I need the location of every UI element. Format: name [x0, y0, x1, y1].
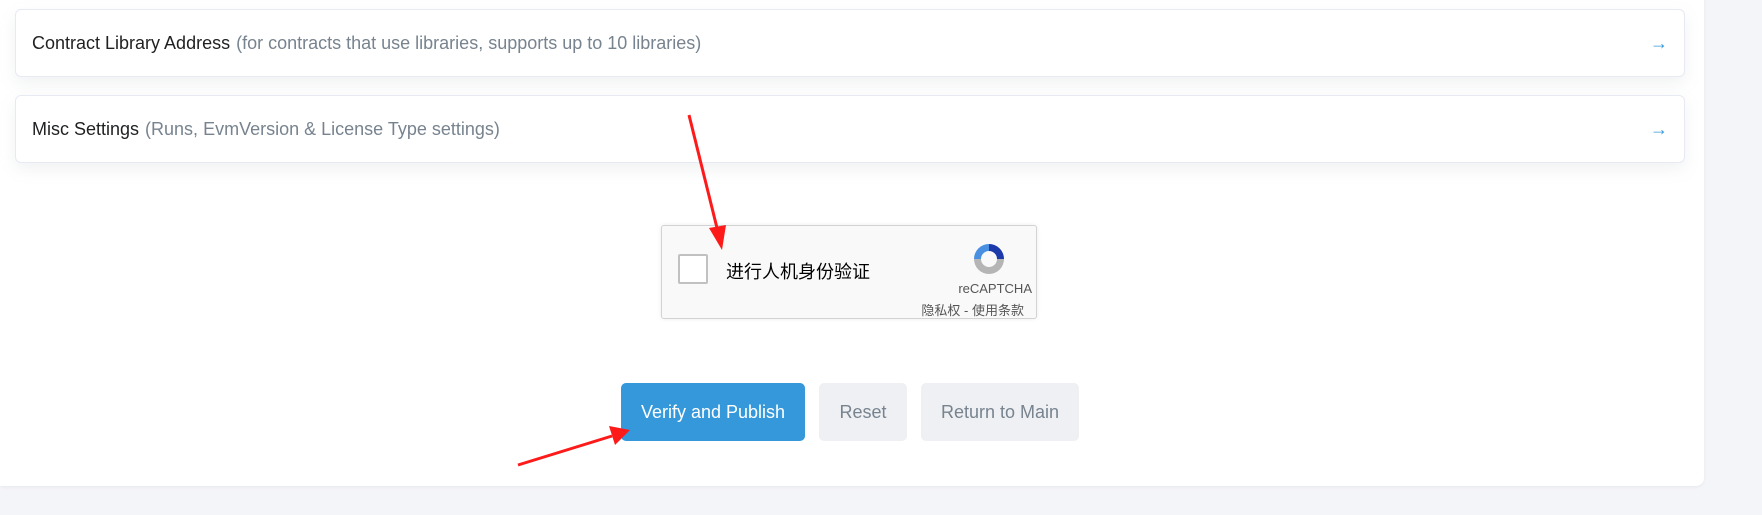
- recaptcha-logo-icon: [974, 244, 1004, 274]
- misc-settings-section[interactable]: Misc Settings (Runs, EvmVersion & Licens…: [15, 95, 1685, 163]
- section-title: Contract Library Address: [32, 32, 231, 53]
- recaptcha-label: 进行人机身份验证: [726, 262, 870, 282]
- verify-and-publish-button[interactable]: Verify and Publish: [621, 383, 805, 441]
- contract-library-address-section[interactable]: Contract Library Address (for contracts …: [15, 9, 1685, 77]
- reset-button[interactable]: Reset: [819, 383, 907, 441]
- recaptcha-brand: reCAPTCHA: [958, 281, 1032, 296]
- recaptcha-widget: 进行人机身份验证 reCAPTCHA 隐私权 - 使用条款: [661, 225, 1037, 319]
- arrow-right-icon[interactable]: →: [1650, 33, 1668, 54]
- recaptcha-checkbox[interactable]: [678, 254, 708, 284]
- arrow-right-icon[interactable]: →: [1650, 119, 1668, 140]
- section-subtitle: (Runs, EvmVersion & License Type setting…: [145, 118, 500, 139]
- section-title: Misc Settings: [32, 118, 140, 139]
- return-to-main-button[interactable]: Return to Main: [921, 383, 1079, 441]
- section-subtitle: (for contracts that use libraries, suppo…: [236, 32, 702, 53]
- separator: -: [960, 303, 972, 318]
- terms-link[interactable]: 使用条款: [972, 303, 1024, 318]
- recaptcha-links: 隐私权 - 使用条款: [921, 300, 1024, 319]
- privacy-link[interactable]: 隐私权: [921, 303, 960, 318]
